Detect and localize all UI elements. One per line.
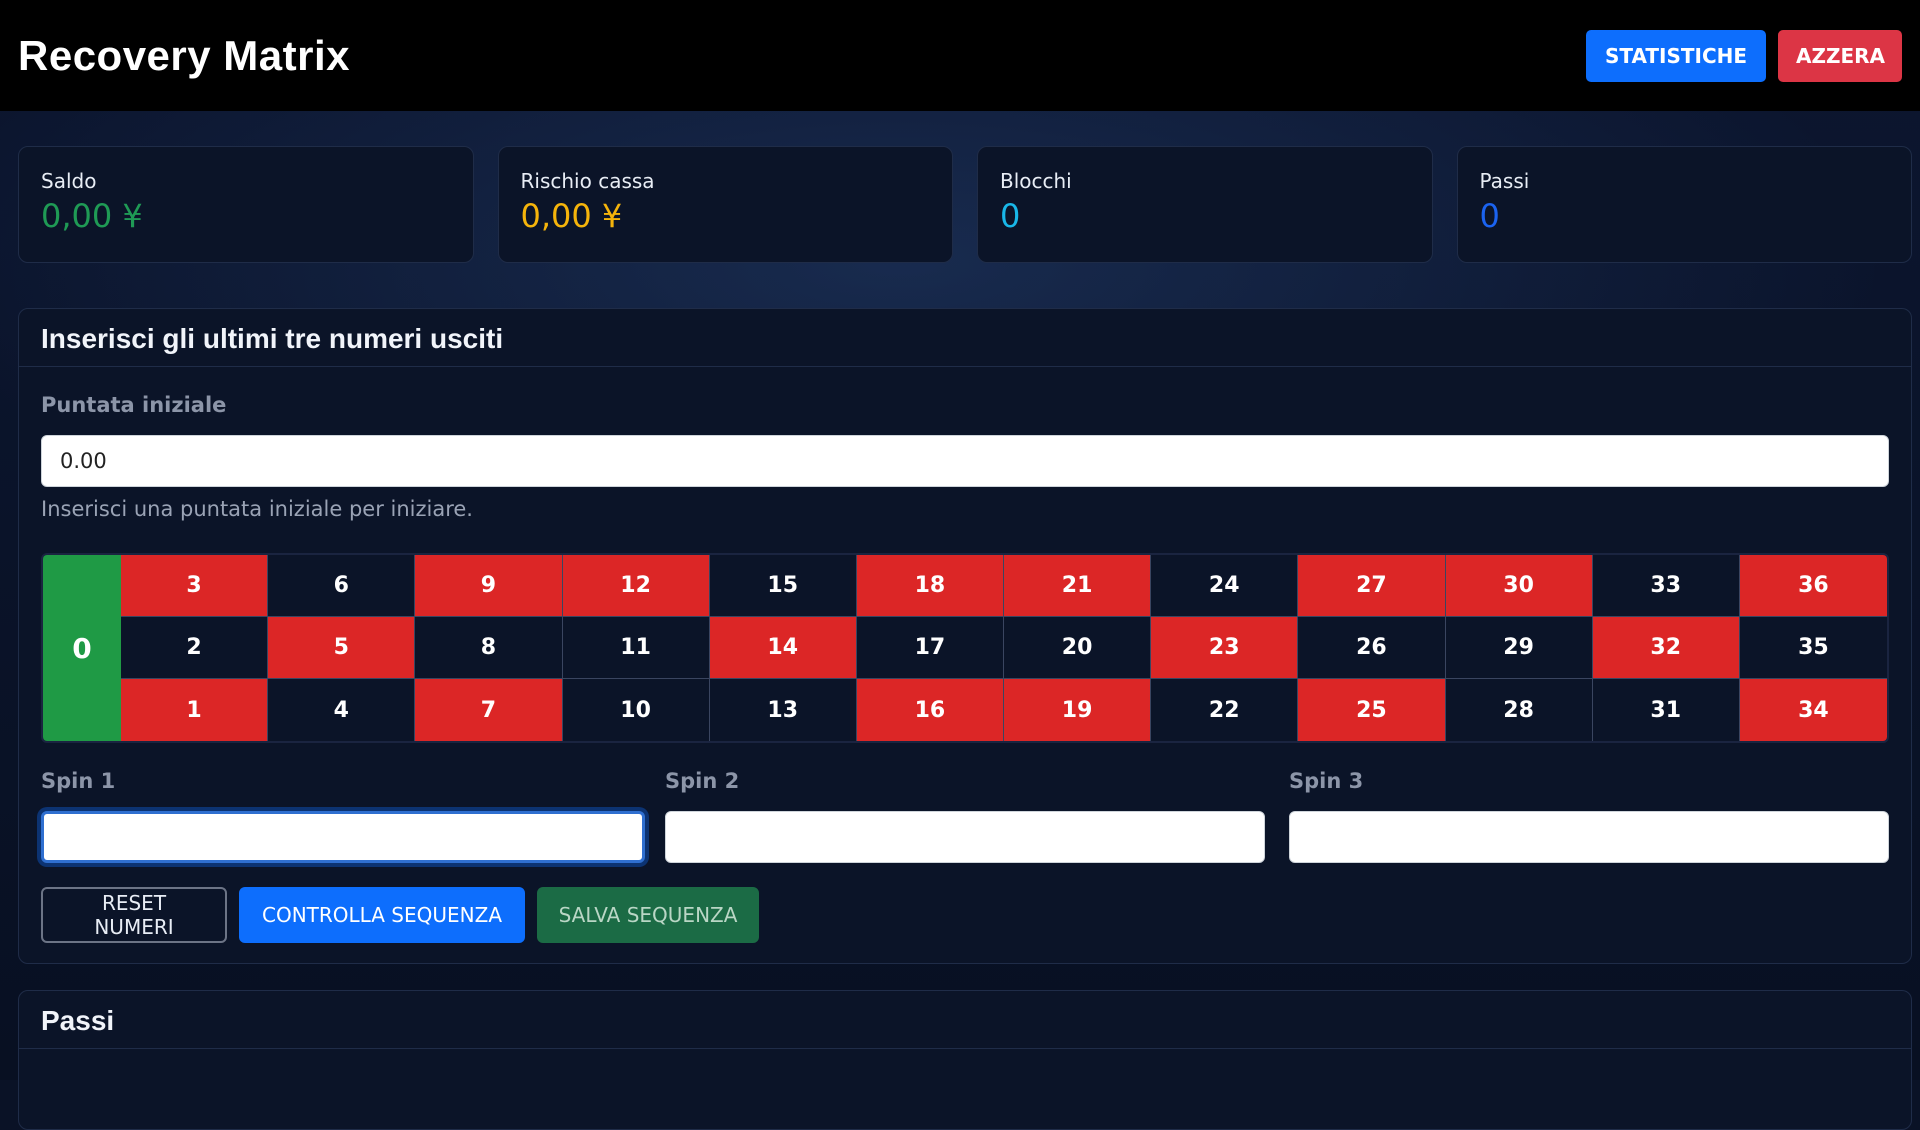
spin-2-label: Spin 2 [665, 769, 740, 793]
top-actions: STATISTICHE AZZERA [1586, 29, 1902, 82]
check-sequence-button[interactable]: CONTROLLA SEQUENZA [239, 887, 525, 943]
number-cell[interactable]: 4 [268, 679, 416, 741]
number-cell[interactable]: 7 [415, 679, 563, 741]
number-cell[interactable]: 8 [415, 617, 563, 679]
stat-card-rischio-cassa: Rischio cassa 0,00 ¥ [497, 146, 953, 263]
stat-card-saldo: Saldo 0,00 ¥ [18, 146, 474, 263]
statistics-button[interactable]: STATISTICHE [1586, 29, 1766, 82]
number-cell[interactable]: 20 [1004, 617, 1152, 679]
spin-1-label: Spin 1 [41, 769, 116, 793]
stat-card-blocchi: Blocchi 0 [977, 146, 1433, 263]
number-cell[interactable]: 21 [1004, 555, 1152, 617]
number-cell[interactable]: 27 [1298, 555, 1446, 617]
number-cell[interactable]: 23 [1151, 617, 1299, 679]
number-cell[interactable]: 22 [1151, 679, 1299, 741]
app-title: Recovery Matrix [18, 31, 350, 79]
number-cell[interactable]: 17 [856, 617, 1004, 679]
steps-panel: Passi [18, 990, 1912, 1130]
spin-2-input[interactable] [665, 811, 1265, 863]
number-cell[interactable]: 31 [1592, 679, 1740, 741]
number-cell[interactable]: 2 [121, 617, 269, 679]
stat-label: Saldo [41, 169, 97, 193]
stat-value: 0 [1479, 197, 1500, 235]
stat-label: Blocchi [1000, 169, 1072, 193]
number-cell[interactable]: 16 [856, 679, 1004, 741]
number-cell[interactable]: 34 [1739, 679, 1887, 741]
stat-card-passi: Passi 0 [1456, 146, 1912, 263]
number-cell[interactable]: 14 [709, 617, 857, 679]
initial-bet-label: Puntata iniziale [41, 393, 227, 417]
number-cell[interactable]: 6 [268, 555, 416, 617]
number-cell[interactable]: 26 [1298, 617, 1446, 679]
number-cell[interactable]: 36 [1739, 555, 1887, 617]
number-cell[interactable]: 1 [121, 679, 269, 741]
action-buttons: RESET NUMERI CONTROLLA SEQUENZA SALVA SE… [41, 887, 759, 943]
number-cell[interactable]: 32 [1592, 617, 1740, 679]
number-cell[interactable]: 35 [1739, 617, 1887, 679]
number-cell[interactable]: 28 [1445, 679, 1593, 741]
initial-bet-input[interactable] [41, 435, 1889, 487]
number-cell[interactable]: 13 [709, 679, 857, 741]
stat-label: Passi [1479, 169, 1530, 193]
number-cell[interactable]: 9 [415, 555, 563, 617]
number-cell[interactable]: 29 [1445, 617, 1593, 679]
number-cell[interactable]: 18 [856, 555, 1004, 617]
number-cell[interactable]: 11 [562, 617, 710, 679]
reset-numbers-button[interactable]: RESET NUMERI [41, 887, 227, 943]
number-cell[interactable]: 15 [709, 555, 857, 617]
top-bar: Recovery Matrix STATISTICHE AZZERA [0, 0, 1920, 111]
stat-value: 0 [1000, 197, 1021, 235]
panel-title: Inserisci gli ultimi tre numeri usciti [19, 309, 1911, 367]
number-cell[interactable]: 5 [268, 617, 416, 679]
number-cell[interactable]: 19 [1004, 679, 1152, 741]
stat-value: 0,00 ¥ [41, 197, 143, 235]
stats-row: Saldo 0,00 ¥ Rischio cassa 0,00 ¥ Blocch… [18, 146, 1912, 263]
number-grid: 3 6 9 12 15 18 21 24 27 30 33 36 2 5 8 11 14 17 20 23 26 29 32… [121, 555, 1887, 741]
spin-1-input[interactable] [41, 811, 645, 863]
number-cell[interactable]: 12 [562, 555, 710, 617]
number-cell[interactable]: 33 [1592, 555, 1740, 617]
spin-3-label: Spin 3 [1289, 769, 1364, 793]
number-cell[interactable]: 10 [562, 679, 710, 741]
sequence-panel: Inserisci gli ultimi tre numeri usciti P… [18, 308, 1912, 964]
stat-value: 0,00 ¥ [520, 197, 623, 235]
reset-all-button[interactable]: AZZERA [1778, 29, 1902, 82]
number-cell-zero[interactable]: 0 [43, 555, 121, 741]
save-sequence-button[interactable]: SALVA SEQUENZA [537, 887, 759, 943]
roulette-board: 0 3 6 9 12 15 18 21 24 27 30 33 36 2 5 8 11 14 17 20 23 26 29… [41, 553, 1889, 743]
help-text: Inserisci una puntata iniziale per inizi… [41, 497, 473, 521]
number-cell[interactable]: 30 [1445, 555, 1593, 617]
stat-label: Rischio cassa [520, 169, 655, 193]
number-cell[interactable]: 25 [1298, 679, 1446, 741]
number-cell[interactable]: 3 [121, 555, 269, 617]
spin-3-input[interactable] [1289, 811, 1889, 863]
number-cell[interactable]: 24 [1151, 555, 1299, 617]
steps-title: Passi [19, 991, 1911, 1049]
